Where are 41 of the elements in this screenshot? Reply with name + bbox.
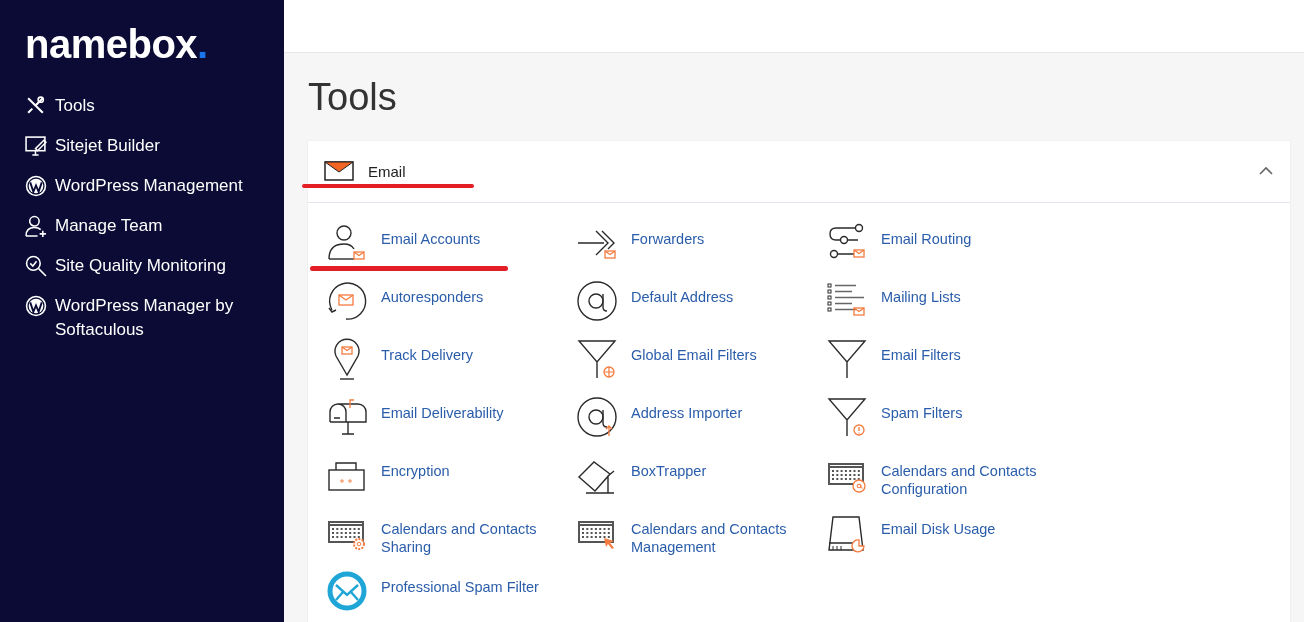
- monitor-pen-icon: [25, 135, 47, 157]
- circle-envelope-icon: [326, 279, 368, 322]
- wordpress-icon: [25, 175, 47, 197]
- envelope-circle-icon: [326, 569, 368, 612]
- funnel-globe-icon: [576, 337, 618, 380]
- funnel-icon: [826, 337, 868, 380]
- sidebar-item[interactable]: Manage Team: [25, 214, 284, 238]
- user-plus-icon: [25, 215, 47, 237]
- wordpress-icon: [25, 295, 47, 317]
- tool-link[interactable]: Encryption: [326, 453, 576, 496]
- magnifier-check-icon: [25, 255, 47, 277]
- tool-link[interactable]: Email Disk Usage: [826, 511, 1076, 554]
- at-sign-icon: [576, 279, 618, 322]
- sidebar-item[interactable]: WordPress Management: [25, 174, 284, 198]
- funnel-alert-icon: [826, 395, 868, 438]
- tool-link[interactable]: Email Accounts: [326, 221, 576, 264]
- tool-link[interactable]: Mailing Lists: [826, 279, 1076, 322]
- section-title: Email: [368, 162, 406, 180]
- tool-link[interactable]: Default Address: [576, 279, 826, 322]
- tool-link[interactable]: Forwarders: [576, 221, 826, 264]
- tool-link[interactable]: Email Deliverability: [326, 395, 576, 438]
- tool-link[interactable]: Email Filters: [826, 337, 1076, 380]
- namebox-logo: namebox.: [25, 24, 208, 64]
- tool-link[interactable]: Calendars and Contacts Configuration: [826, 453, 1076, 496]
- tool-link[interactable]: Autoresponders: [326, 279, 576, 322]
- tool-link[interactable]: Track Delivery: [326, 337, 576, 380]
- tool-link[interactable]: Global Email Filters: [576, 337, 826, 380]
- sidebar-item[interactable]: WordPress Manager by Softaculous: [25, 294, 284, 342]
- tool-link[interactable]: Address Importer: [576, 395, 826, 438]
- sidebar-item[interactable]: Tools: [25, 94, 284, 118]
- envelope-icon: [324, 161, 354, 182]
- sidebar-item[interactable]: Site Quality Monitoring: [25, 254, 284, 278]
- tool-link[interactable]: Calendars and Contacts Management: [576, 511, 826, 554]
- tool-link[interactable]: Email Routing: [826, 221, 1076, 264]
- chevron-up-icon[interactable]: [1258, 166, 1274, 177]
- tool-link[interactable]: BoxTrapper: [576, 453, 826, 496]
- tool-link[interactable]: Spam Filters: [826, 395, 1076, 438]
- tool-link[interactable]: Calendars and Contacts Sharing: [326, 511, 576, 554]
- sidebar-item[interactable]: Sitejet Builder: [25, 134, 284, 158]
- page-title: Tools: [308, 75, 398, 120]
- tool-link[interactable]: Professional Spam Filter: [326, 569, 576, 612]
